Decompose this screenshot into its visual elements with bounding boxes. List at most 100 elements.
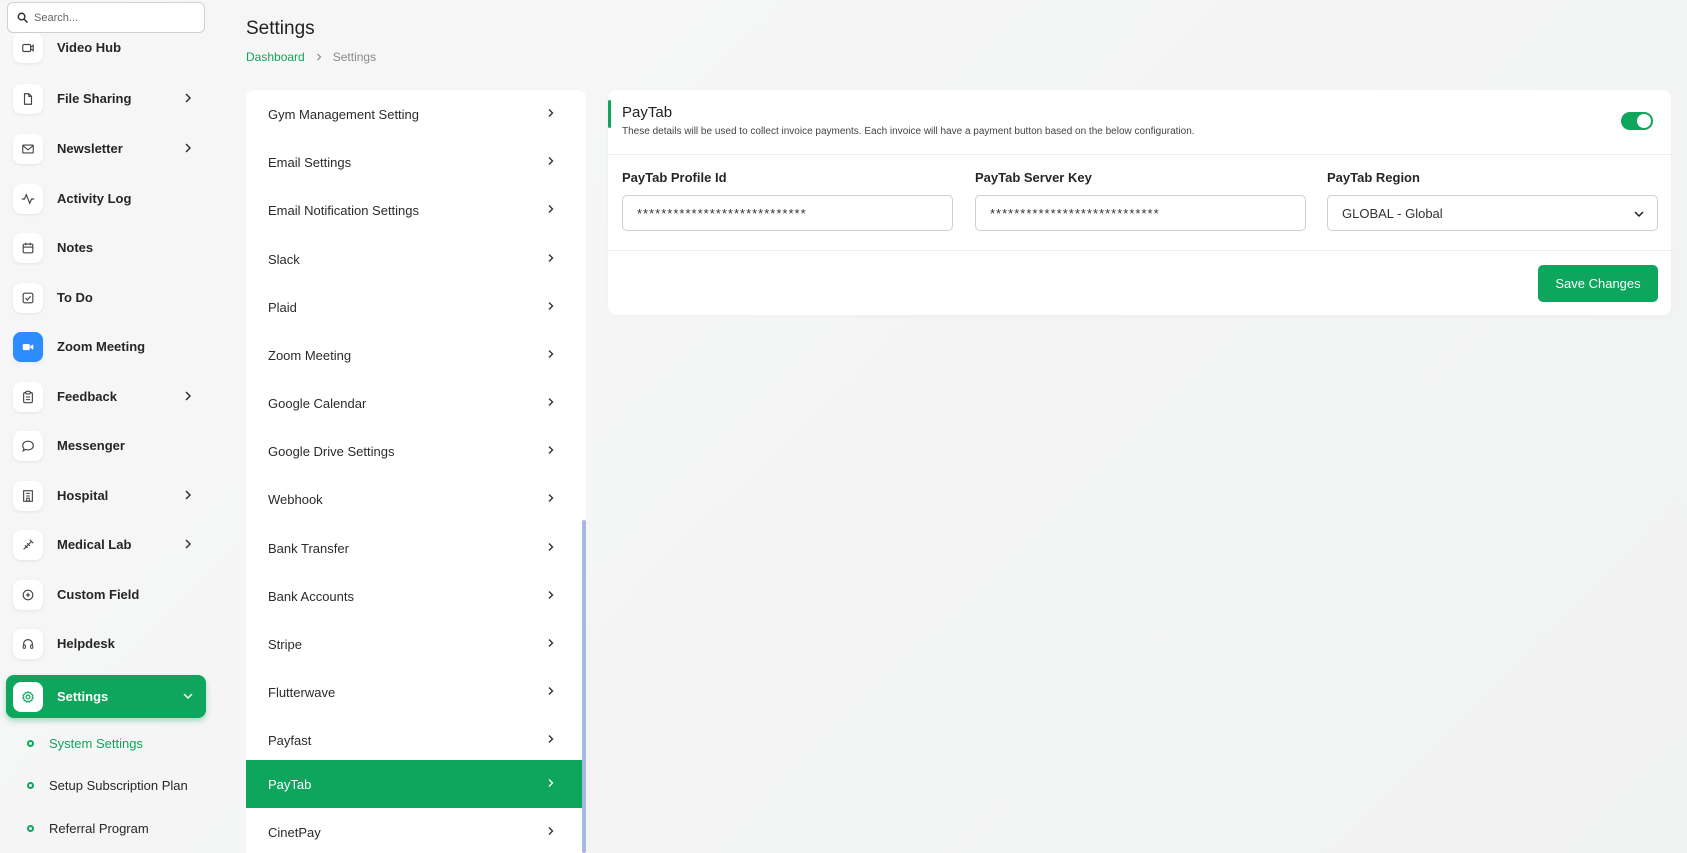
settings-menu-item-label: Bank Accounts (268, 588, 354, 604)
paytab-enable-toggle[interactable] (1621, 112, 1653, 130)
profile-id-label: PayTab Profile Id (622, 170, 727, 185)
clipboard-icon (13, 381, 43, 412)
scrollbar-thumb[interactable] (582, 520, 586, 853)
gear-icon (13, 681, 43, 712)
settings-menu-item[interactable]: CinetPay (246, 808, 582, 853)
activity-icon (13, 183, 43, 214)
chevron-right-icon (548, 302, 554, 310)
region-label: PayTab Region (1327, 170, 1420, 185)
breadcrumb-dashboard-link[interactable]: Dashboard (246, 50, 305, 64)
region-select[interactable]: GLOBAL - Global (1327, 195, 1658, 231)
sidebar-item-label: To Do (57, 290, 93, 305)
settings-menu-item[interactable]: Payfast (246, 716, 582, 764)
sidebar-item-label: Video Hub (57, 40, 122, 55)
chevron-right-icon (548, 398, 554, 406)
syringe-icon (13, 529, 43, 560)
paytab-settings-card: PayTab These details will be used to col… (608, 90, 1671, 315)
chevron-right-icon (548, 779, 554, 787)
sidebar-item-newsletter[interactable]: Newsletter (6, 127, 206, 170)
calendar-icon (13, 232, 43, 263)
settings-menu-item-label: Bank Transfer (268, 540, 349, 556)
settings-menu-item[interactable]: Stripe (246, 620, 582, 668)
sidebar-item-activity-log[interactable]: Activity Log (6, 177, 206, 220)
profile-id-input[interactable] (622, 195, 953, 231)
chevron-right-icon (548, 543, 554, 551)
chevron-right-icon (185, 93, 192, 103)
toggle-knob (1637, 114, 1651, 128)
sidebar-item-label: Notes (57, 240, 94, 255)
settings-menu-item-label: Google Calendar (268, 395, 367, 411)
chevron-right-icon (548, 494, 554, 502)
sidebar-item-label: Custom Field (57, 587, 140, 602)
settings-menu-item-label: Slack (268, 251, 300, 267)
sidebar-item-label: Settings (57, 689, 109, 704)
settings-menu-item-label: Zoom Meeting (268, 347, 352, 363)
search-input[interactable] (34, 11, 184, 24)
chevron-down-icon (183, 693, 193, 700)
sidebar-item-custom-field[interactable]: Custom Field (6, 573, 206, 616)
region-select-value: GLOBAL - Global (1342, 205, 1443, 221)
chevron-right-icon (185, 391, 192, 401)
sidebar-item-helpdesk[interactable]: Helpdesk (6, 622, 206, 665)
card-accent-bar (608, 100, 611, 128)
sidebar-item-hospital[interactable]: Hospital (6, 474, 206, 517)
settings-menu-item[interactable]: Webhook (246, 475, 582, 523)
plus-circle-icon (13, 579, 43, 610)
sidebar-subitem-label: Setup Subscription Plan (49, 777, 188, 793)
sidebar-item-label: Newsletter (57, 141, 123, 156)
settings-menu-item[interactable]: Email Settings (246, 138, 582, 186)
settings-menu-item[interactable]: Bank Transfer (246, 524, 582, 572)
chat-icon (13, 430, 43, 461)
save-changes-button[interactable]: Save Changes (1538, 265, 1658, 302)
sidebar-item-notes[interactable]: Notes (6, 226, 206, 269)
divider (608, 250, 1671, 251)
settings-menu-item[interactable]: Gym Management Setting (246, 90, 582, 138)
settings-menu-item[interactable]: Google Drive Settings (246, 427, 582, 475)
bullet-icon (27, 739, 34, 747)
sidebar-item-medical-lab[interactable]: Medical Lab (6, 523, 206, 566)
mail-icon (13, 133, 43, 164)
server-key-label: PayTab Server Key (975, 170, 1092, 185)
sidebar-subitem-setup-subscription-plan[interactable]: Setup Subscription Plan (27, 775, 188, 795)
card-title: PayTab (622, 104, 673, 121)
settings-menu-item-active[interactable]: PayTab (246, 760, 582, 808)
settings-menu-item-label: Gym Management Setting (268, 106, 420, 122)
sidebar-item-messenger[interactable]: Messenger (6, 424, 206, 467)
sidebar-subitem-system-settings[interactable]: System Settings (27, 733, 143, 753)
settings-menu-item[interactable]: Plaid (246, 283, 582, 331)
headset-icon (13, 628, 43, 659)
chevron-right-icon (548, 687, 554, 695)
sidebar-item-file-sharing[interactable]: File Sharing (6, 77, 206, 120)
breadcrumb-current: Settings (332, 50, 377, 64)
chevron-right-icon (185, 490, 192, 500)
sidebar-item-label: Medical Lab (57, 537, 132, 552)
settings-menu-item[interactable]: Google Calendar (246, 379, 582, 427)
sidebar-item-video-hub[interactable]: Video Hub (6, 26, 206, 69)
settings-menu-item-label: Google Drive Settings (268, 443, 395, 459)
sidebar-item-label: Activity Log (57, 191, 132, 206)
sidebar-item-feedback[interactable]: Feedback (6, 375, 206, 418)
chevron-right-icon (316, 53, 322, 61)
settings-menu-item[interactable]: Email Notification Settings (246, 186, 582, 234)
sidebar-item-zoom-meeting[interactable]: Zoom Meeting (6, 325, 206, 368)
settings-menu-item[interactable]: Slack (246, 235, 582, 283)
settings-menu-item[interactable]: Bank Accounts (246, 572, 582, 620)
sidebar-item-to-do[interactable]: To Do (6, 276, 206, 319)
sidebar-item-label: Hospital (57, 488, 109, 503)
breadcrumb: Dashboard Settings (246, 50, 376, 64)
file-icon (13, 83, 43, 114)
settings-menu-item[interactable]: Flutterwave (246, 668, 582, 716)
settings-menu-item-label: Plaid (268, 299, 297, 315)
card-description: These details will be used to collect in… (622, 126, 1195, 137)
chevron-right-icon (548, 591, 554, 599)
settings-menu-item[interactable]: Zoom Meeting (246, 331, 582, 379)
checkbox-icon (13, 282, 43, 313)
building-icon (13, 480, 43, 511)
sidebar-subitem-label: Referral Program (49, 820, 149, 836)
divider (608, 154, 1671, 155)
server-key-input[interactable] (975, 195, 1306, 231)
zoom-icon (13, 331, 43, 362)
sidebar-subitem-referral-program[interactable]: Referral Program (27, 818, 149, 838)
page-title: Settings (246, 18, 315, 39)
sidebar-item-settings[interactable]: Settings (6, 675, 206, 718)
